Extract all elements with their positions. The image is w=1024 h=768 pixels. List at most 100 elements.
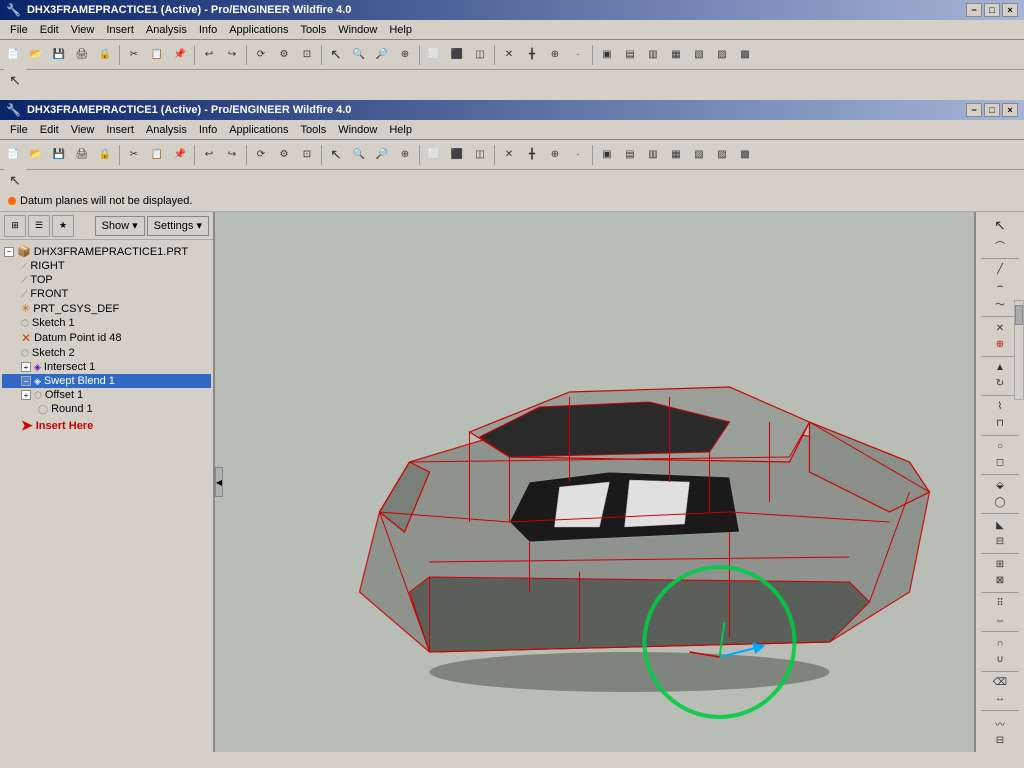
rt-merge-icon[interactable]: ∪ <box>989 652 1011 666</box>
tb-r6-2[interactable]: ▨ <box>711 144 733 166</box>
close-btn-1[interactable]: × <box>1002 3 1018 17</box>
tree-item-offset1[interactable]: + ⬡ Offset 1 <box>2 388 211 402</box>
tb-zoom-fit-2[interactable]: ⊡ <box>296 144 318 166</box>
tb-wire-2[interactable]: ⬜ <box>423 144 445 166</box>
panel-btn-star[interactable]: ★ <box>52 215 74 237</box>
rt-wave-icon[interactable]: 〜 <box>989 295 1011 312</box>
tb-undo-2[interactable]: ↩ <box>198 144 220 166</box>
rt-pattern-icon[interactable]: ⠿ <box>989 597 1011 611</box>
tb-more2-1[interactable]: ▤ <box>619 44 641 66</box>
tb-copy-2[interactable]: 📋 <box>146 144 168 166</box>
tree-item-intersect1[interactable]: + ◈ Intersect 1 <box>2 360 211 374</box>
tb-hidden-2[interactable]: ◫ <box>469 144 491 166</box>
tb-r7-2[interactable]: ▩ <box>734 144 756 166</box>
rt-extrude-icon[interactable]: ▲ <box>989 360 1011 374</box>
tree-root[interactable]: − 📦 DHX3FRAMEPRACTICE1.PRT <box>2 244 211 259</box>
tree-item-sketch1[interactable]: ⬡ Sketch 1 <box>2 316 211 330</box>
tb-redo-2[interactable]: ↪ <box>221 144 243 166</box>
tb-feature-2[interactable]: ⚙ <box>273 144 295 166</box>
menu-edit-1[interactable]: Edit <box>34 23 65 37</box>
panel-btn-list[interactable]: ☰ <box>28 215 50 237</box>
tb-r2-2[interactable]: ▤ <box>619 144 641 166</box>
tb-wire-1[interactable]: ⬜ <box>423 44 445 66</box>
tb-lock-2[interactable]: 🔒 <box>94 144 116 166</box>
tb-undo-1[interactable]: ↩ <box>198 44 220 66</box>
menu-view-2[interactable]: View <box>65 123 101 137</box>
rt-select-icon[interactable]: ↖ <box>989 216 1011 235</box>
tb-paste-1[interactable]: 📌 <box>169 44 191 66</box>
tb-zoom-in-1[interactable]: 🔍 <box>348 44 370 66</box>
tb-zoom-fit-1[interactable]: ⊡ <box>296 44 318 66</box>
rt-draft-icon[interactable]: ◣ <box>989 518 1011 532</box>
tb-csys-1[interactable]: ⊕ <box>544 44 566 66</box>
menu-tools-2[interactable]: Tools <box>295 123 333 137</box>
tb-select-1[interactable]: ↖ <box>325 44 347 66</box>
rt-axis-icon[interactable]: ⊕ <box>989 337 1011 351</box>
rt-offset-icon[interactable]: ⊞ <box>989 557 1011 571</box>
menu-insert-1[interactable]: Insert <box>100 23 140 37</box>
panel-collapse-handle[interactable]: ◀ <box>215 467 223 497</box>
menu-insert-2[interactable]: Insert <box>100 123 140 137</box>
menu-window-1[interactable]: Window <box>332 23 383 37</box>
menu-file-1[interactable]: File <box>4 23 34 37</box>
tree-item-insert-here[interactable]: ➤ Insert Here <box>2 416 211 435</box>
rt-shell-icon[interactable]: ◻ <box>989 456 1011 470</box>
rt-curve-icon[interactable]: ⌒ <box>989 237 1011 254</box>
tree-item-sketch2[interactable]: ⬡ Sketch 2 <box>2 346 211 360</box>
maximize-btn-2[interactable]: □ <box>984 103 1000 117</box>
tb-new-1[interactable]: 📄 <box>2 44 24 66</box>
tb-more3-1[interactable]: ▥ <box>642 44 664 66</box>
menu-info-1[interactable]: Info <box>193 23 223 37</box>
tb-cut-2[interactable]: ✂ <box>123 144 145 166</box>
tb-more4-1[interactable]: ▦ <box>665 44 687 66</box>
rt-extend-icon[interactable]: ↔ <box>989 692 1011 706</box>
rt-thicken-icon[interactable]: ⊠ <box>989 574 1011 588</box>
tb-shade-1[interactable]: ⬛ <box>446 44 468 66</box>
tb-zoom-in-2[interactable]: 🔍 <box>348 144 370 166</box>
rt-chamfer-icon[interactable]: ⬙ <box>989 479 1011 493</box>
tb-more1-1[interactable]: ▣ <box>596 44 618 66</box>
tb-r4-2[interactable]: ▦ <box>665 144 687 166</box>
menu-analysis-1[interactable]: Analysis <box>140 23 193 37</box>
minimize-btn-1[interactable]: − <box>966 3 982 17</box>
menu-help-2[interactable]: Help <box>383 123 418 137</box>
menu-window-2[interactable]: Window <box>332 123 383 137</box>
menu-applications-2[interactable]: Applications <box>223 123 294 137</box>
rt-mirror-icon[interactable]: ⇔ <box>989 613 1011 627</box>
menu-help-1[interactable]: Help <box>383 23 418 37</box>
tb-r5-2[interactable]: ▧ <box>688 144 710 166</box>
rt-revolve-icon[interactable]: ↻ <box>989 377 1011 391</box>
show-button[interactable]: Show ▾ <box>95 216 145 236</box>
tb-r3-2[interactable]: ▥ <box>642 144 664 166</box>
rt-hole-icon[interactable]: ○ <box>989 439 1011 453</box>
tb-axis-2[interactable]: ╋ <box>521 144 543 166</box>
menu-view-1[interactable]: View <box>65 23 101 37</box>
tb-regen-1[interactable]: ⟳ <box>250 44 272 66</box>
close-btn-2[interactable]: × <box>1002 103 1018 117</box>
tb-lock-1[interactable]: 🔒 <box>94 44 116 66</box>
tb-pan-2[interactable]: ⊕ <box>394 144 416 166</box>
rt-sweep-icon[interactable]: ⌇ <box>989 400 1011 414</box>
menu-tools-1[interactable]: Tools <box>295 23 333 37</box>
tb-more7-1[interactable]: ▩ <box>734 44 756 66</box>
rt-freeform-icon[interactable]: 〰 <box>989 715 1011 732</box>
tb-datum-1[interactable]: ✕ <box>498 44 520 66</box>
tb-save-2[interactable]: 💾 <box>48 144 70 166</box>
tree-item-swept-blend1[interactable]: − ◈ Swept Blend 1 <box>2 374 211 388</box>
tb-point-2[interactable]: · <box>567 144 589 166</box>
tb-zoom-out-1[interactable]: 🔎 <box>371 44 393 66</box>
rt-flatten-icon[interactable]: ⊟ <box>989 734 1011 748</box>
tb-paste-2[interactable]: 📌 <box>169 144 191 166</box>
tree-expand-offset1[interactable]: + <box>21 390 31 400</box>
tb-csys-2[interactable]: ⊕ <box>544 144 566 166</box>
rt-rib-icon[interactable]: ⊟ <box>989 534 1011 548</box>
tb-zoom-out-2[interactable]: 🔎 <box>371 144 393 166</box>
rt-blend-icon[interactable]: ⊓ <box>989 416 1011 430</box>
tb-axis-1[interactable]: ╋ <box>521 44 543 66</box>
rt-round-icon[interactable]: ◯ <box>989 495 1011 509</box>
panel-btn-grid[interactable]: ⊞ <box>4 215 26 237</box>
menu-analysis-2[interactable]: Analysis <box>140 123 193 137</box>
rt-line-icon[interactable]: ╱ <box>989 263 1011 277</box>
tb-pan-1[interactable]: ⊕ <box>394 44 416 66</box>
menu-file-2[interactable]: File <box>4 123 34 137</box>
